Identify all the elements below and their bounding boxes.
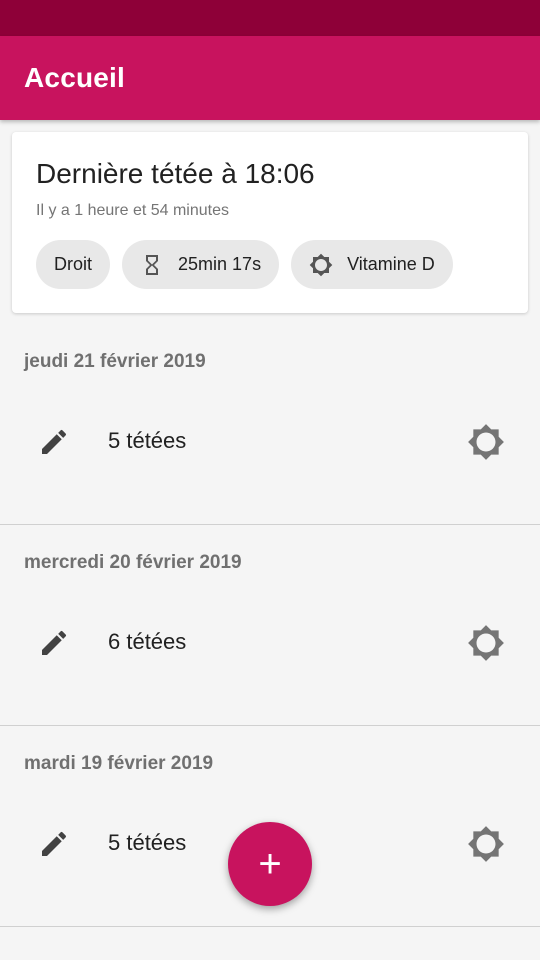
last-feed-title: Dernière tétée à 18:06 [36,158,315,189]
hourglass-icon [140,253,164,277]
day-row[interactable]: 5 tétées [0,388,540,496]
day-date: mardi 19 février 2019 [24,753,214,774]
page-title: Accueil [24,62,125,93]
day-row[interactable]: 6 tétées [0,589,540,697]
side-chip-label: Droit [54,254,93,274]
last-feed-chips: Droit 25min 17s Vitamine D [36,240,453,289]
last-feed-card[interactable]: Dernière tétée à 18:06 Il y a 1 heure et… [12,132,528,313]
sun-icon [309,253,333,277]
day-feed-count: 6 tétées [108,629,187,654]
plus-icon: + [258,841,282,886]
day-date: mercredi 20 février 2019 [24,552,242,573]
sun-icon[interactable] [464,621,508,665]
pencil-icon[interactable] [34,623,74,663]
sun-icon[interactable] [464,420,508,464]
pencil-icon[interactable] [34,422,74,462]
day-date: jeudi 21 février 2019 [24,351,206,372]
sun-icon[interactable] [464,822,508,866]
add-feed-button[interactable]: + [228,822,312,906]
side-chip[interactable]: Droit [36,240,111,289]
duration-chip-label: 25min 17s [178,254,262,274]
day-section: mercredi 20 février 2019 6 tétées [0,525,540,726]
duration-chip[interactable]: 25min 17s [122,240,280,289]
vitamin-chip-label: Vitamine D [347,254,435,274]
last-feed-elapsed: Il y a 1 heure et 54 minutes [36,202,229,219]
pencil-icon[interactable] [34,824,74,864]
day-feed-count: 5 tétées [108,830,187,855]
day-section: jeudi 21 février 2019 5 tétées [0,324,540,525]
app-bar: Accueil [0,36,540,120]
status-bar [0,0,540,36]
vitamin-chip[interactable]: Vitamine D [291,240,453,289]
day-feed-count: 5 tétées [108,428,187,453]
